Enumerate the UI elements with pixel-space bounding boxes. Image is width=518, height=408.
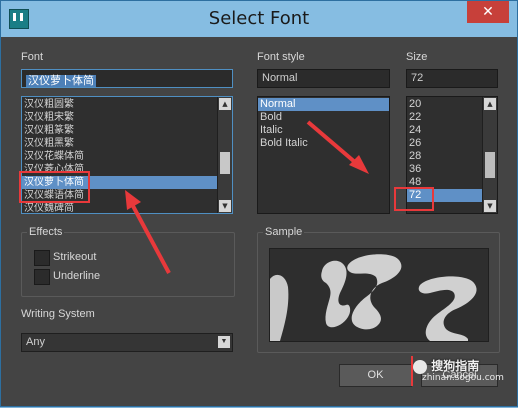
arrow-to-size-list bbox=[306, 120, 358, 165]
arrow-to-font-list bbox=[131, 205, 171, 274]
watermark-text: 搜狗指南 bbox=[431, 359, 480, 373]
sogou-logo-icon bbox=[413, 359, 427, 374]
watermark-logo: 搜狗指南 bbox=[413, 357, 479, 374]
annotation-arrows bbox=[125, 120, 369, 274]
select-font-dialog: Select Font ✕ Font 汉仪萝卜体简 汉仪粗圆繁 汉仪粗宋繁 汉仪… bbox=[0, 0, 518, 407]
watermark-url: zhinan.sogou.com bbox=[422, 373, 504, 383]
